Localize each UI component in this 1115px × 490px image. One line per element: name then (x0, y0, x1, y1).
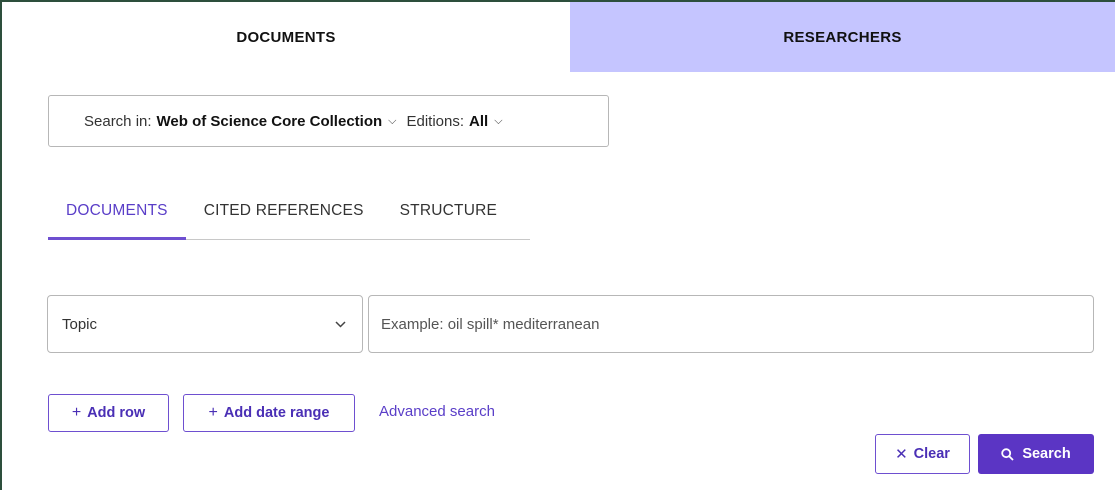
collection-dropdown[interactable]: Web of Science Core Collection (157, 113, 383, 130)
search-panel: DOCUMENTS RESEARCHERS Search in: Web of … (0, 0, 1115, 490)
add-row-label: Add row (87, 405, 146, 421)
tab-documents[interactable]: DOCUMENTS (2, 2, 570, 72)
add-date-range-label: Add date range (223, 405, 330, 421)
field-select-value: Topic (62, 315, 98, 333)
tab-documents-search[interactable]: DOCUMENTS (48, 196, 186, 240)
editions-dropdown[interactable]: All (469, 113, 488, 130)
advanced-search-link[interactable]: Advanced search (379, 403, 495, 420)
search-button[interactable]: Search (978, 434, 1094, 474)
editions-label: Editions: (406, 112, 465, 130)
close-icon: ✕ (895, 446, 908, 463)
search-type-tabs: DOCUMENTS CITED REFERENCES STRUCTURE (48, 196, 530, 240)
clear-button[interactable]: ✕ Clear (875, 434, 970, 474)
search-in-selector: Search in: Web of Science Core Collectio… (48, 95, 609, 147)
add-date-range-button[interactable]: + Add date range (183, 394, 355, 432)
add-row-button[interactable]: + Add row (48, 394, 169, 432)
search-icon (1001, 447, 1014, 461)
tab-structure[interactable]: STRUCTURE (382, 196, 515, 240)
tab-documents-label: DOCUMENTS (236, 28, 336, 46)
search-label: Search (1022, 446, 1071, 462)
tab-researchers-label: RESEARCHERS (783, 28, 902, 46)
plus-icon: + (71, 404, 82, 421)
tab-researchers[interactable]: RESEARCHERS (570, 2, 1115, 72)
search-in-label: Search in: (84, 112, 152, 130)
chevron-down-icon[interactable]: ⌵ (494, 115, 502, 128)
top-tabs: DOCUMENTS RESEARCHERS (2, 2, 1115, 72)
chevron-down-icon[interactable]: ⌵ (388, 115, 396, 128)
tab-cited-references[interactable]: CITED REFERENCES (186, 196, 382, 240)
plus-icon: + (208, 404, 218, 421)
chevron-down-icon (335, 317, 346, 331)
search-query-input[interactable] (368, 295, 1094, 353)
clear-label: Clear (913, 446, 950, 462)
field-select[interactable]: Topic (47, 295, 363, 353)
